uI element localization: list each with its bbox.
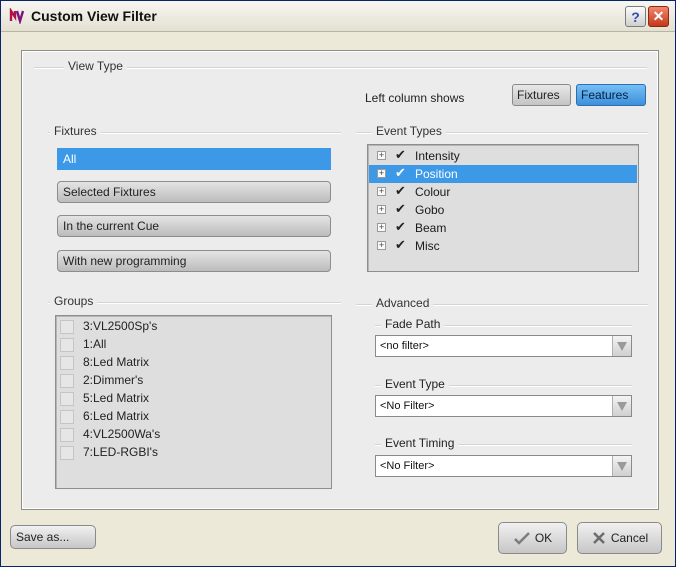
chevron-down-icon[interactable] [612, 396, 631, 416]
group-checkbox[interactable] [60, 320, 74, 334]
group-checkbox[interactable] [60, 374, 74, 388]
event-type-label: Misc [415, 239, 440, 253]
group-label: 2:Dimmer's [83, 373, 144, 387]
groups-label: Groups [50, 294, 98, 308]
event-timing-label: Event Timing [381, 436, 459, 450]
plus-expander-icon[interactable]: + [377, 187, 386, 196]
event-type-row-position[interactable]: + ✔ Position [369, 165, 637, 183]
plus-expander-icon[interactable]: + [377, 205, 386, 214]
group-row[interactable]: 2:Dimmer's [57, 371, 325, 389]
checkmark-icon[interactable]: ✔ [395, 201, 411, 218]
window-title: Custom View Filter [31, 8, 157, 24]
event-timing-select[interactable]: <No Filter> [375, 455, 632, 477]
dialog-body: View Type Left column shows Fixtures Fea… [21, 50, 659, 510]
event-type-label: Intensity [415, 149, 460, 163]
cancel-label: Cancel [610, 531, 649, 545]
fixtures-label: Fixtures [50, 124, 101, 138]
fixtures-toggle[interactable]: Fixtures [512, 84, 571, 106]
fade-path-label: Fade Path [381, 317, 445, 331]
event-type-row-beam[interactable]: + ✔ Beam [369, 219, 637, 237]
advanced-label: Advanced [372, 296, 434, 310]
custom-view-filter-window: Custom View Filter ? ✕ View Type Left co… [0, 0, 676, 567]
event-type-label: Event Type [381, 377, 449, 391]
event-type-label: Position [415, 167, 458, 181]
group-checkbox[interactable] [60, 428, 74, 442]
event-type-row-misc[interactable]: + ✔ Misc [369, 237, 637, 255]
group-row[interactable]: 7:LED-RGBI's [57, 443, 325, 461]
ok-label: OK [534, 531, 553, 545]
event-type-label: Beam [415, 221, 447, 235]
chevron-down-icon[interactable] [612, 336, 631, 356]
group-row[interactable]: 1:All [57, 335, 325, 353]
close-button[interactable]: ✕ [648, 6, 669, 27]
fixtures-option-new-programming[interactable]: With new programming [57, 250, 331, 272]
group-checkbox[interactable] [60, 356, 74, 370]
group-row[interactable]: 6:Led Matrix [57, 407, 325, 425]
group-row[interactable]: 5:Led Matrix [57, 389, 325, 407]
save-as-button[interactable]: Save as... [10, 525, 96, 549]
chevron-down-icon[interactable] [612, 456, 631, 476]
features-toggle[interactable]: Features [576, 84, 646, 106]
ok-button[interactable]: OK [498, 522, 567, 554]
event-type-select[interactable]: <No Filter> [375, 395, 632, 417]
event-type-label: Gobo [415, 203, 445, 217]
event-type-row-gobo[interactable]: + ✔ Gobo [369, 201, 637, 219]
group-label: 7:LED-RGBI's [83, 445, 158, 459]
group-label: 5:Led Matrix [83, 391, 150, 405]
cancel-x-icon [592, 532, 605, 544]
cancel-button[interactable]: Cancel [577, 522, 662, 554]
checkmark-icon[interactable]: ✔ [395, 183, 411, 200]
group-checkbox[interactable] [60, 410, 74, 424]
pen-check-icon [513, 532, 530, 545]
plus-expander-icon[interactable]: + [377, 169, 386, 178]
event-type-value: <No Filter> [380, 400, 435, 412]
checkmark-icon[interactable]: ✔ [395, 165, 411, 182]
group-label: 8:Led Matrix [83, 355, 150, 369]
help-button[interactable]: ? [625, 6, 646, 27]
plus-expander-icon[interactable]: + [377, 241, 386, 250]
title-bar: Custom View Filter ? ✕ [1, 1, 675, 32]
fade-path-value: <no filter> [380, 340, 429, 352]
group-row[interactable]: 4:VL2500Wa's [57, 425, 325, 443]
app-logo-icon [9, 8, 25, 24]
group-checkbox[interactable] [60, 446, 74, 460]
groups-list[interactable]: 3:VL2500Sp's 1:All 8:Led Matrix 2:Dimmer… [55, 315, 332, 489]
group-row[interactable]: 3:VL2500Sp's [57, 317, 325, 335]
event-types-label: Event Types [372, 124, 446, 138]
left-column-label: Left column shows [365, 91, 465, 105]
group-label: 6:Led Matrix [83, 409, 150, 423]
event-type-row-colour[interactable]: + ✔ Colour [369, 183, 637, 201]
group-label: 1:All [83, 337, 107, 351]
group-checkbox[interactable] [60, 392, 74, 406]
save-as-label: Save as... [16, 530, 70, 544]
event-type-row-intensity[interactable]: + ✔ Intensity [369, 147, 637, 165]
event-timing-value: <No Filter> [380, 460, 435, 472]
checkmark-icon[interactable]: ✔ [395, 237, 411, 254]
plus-expander-icon[interactable]: + [377, 151, 386, 160]
event-type-label: Colour [415, 185, 451, 199]
fixtures-option-current-cue[interactable]: In the current Cue [57, 215, 331, 237]
group-row[interactable]: 8:Led Matrix [57, 353, 325, 371]
checkmark-icon[interactable]: ✔ [395, 147, 411, 164]
view-type-label: View Type [64, 59, 127, 73]
group-label: 4:VL2500Wa's [83, 427, 161, 441]
fixtures-option-all[interactable]: All [57, 148, 331, 170]
group-checkbox[interactable] [60, 338, 74, 352]
group-label: 3:VL2500Sp's [83, 319, 158, 333]
plus-expander-icon[interactable]: + [377, 223, 386, 232]
fade-path-select[interactable]: <no filter> [375, 335, 632, 357]
fixtures-option-selected-fixtures[interactable]: Selected Fixtures [57, 181, 331, 203]
checkmark-icon[interactable]: ✔ [395, 219, 411, 236]
event-types-list[interactable]: + ✔ Intensity + ✔ Position + ✔ Colour + … [367, 144, 639, 272]
